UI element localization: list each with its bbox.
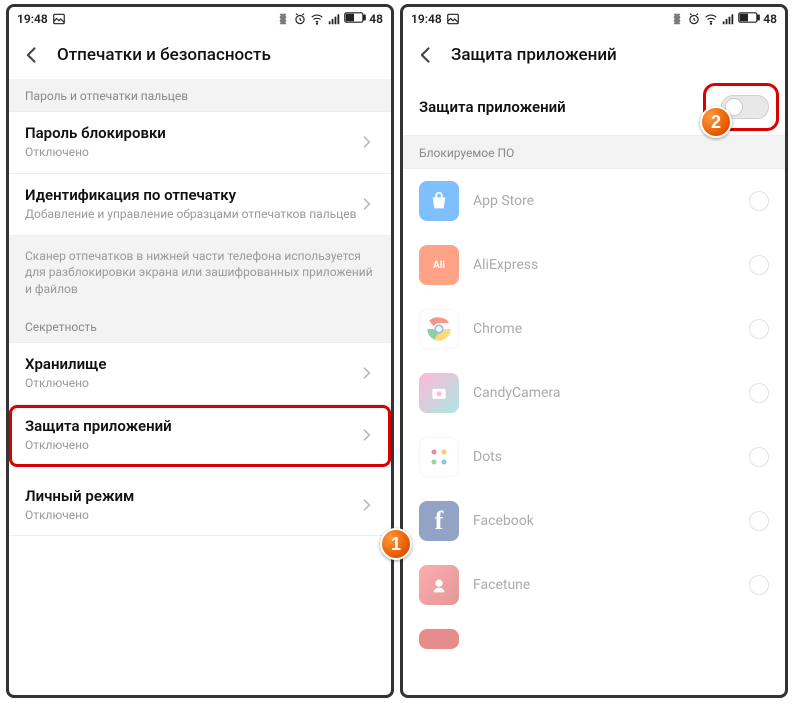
- chevron-right-icon: [357, 496, 375, 514]
- phone-frame-right: 19:48 48 Защита приложений Защита прилож…: [400, 4, 788, 698]
- row-sub: Отключено: [25, 437, 357, 454]
- app-row-facebook[interactable]: f Facebook: [403, 489, 785, 553]
- app-row-candycamera[interactable]: CandyCamera: [403, 361, 785, 425]
- app-header: Отпечатки и безопасность: [9, 31, 391, 79]
- app-row-dots[interactable]: Dots: [403, 425, 785, 489]
- page-title: Отпечатки и безопасность: [57, 45, 271, 65]
- battery-icon: [344, 12, 366, 26]
- app-header: Защита приложений: [403, 31, 785, 79]
- app-row-facetune[interactable]: Facetune: [403, 553, 785, 617]
- app-name: Chrome: [473, 321, 749, 337]
- app-name: CandyCamera: [473, 385, 749, 401]
- row-sub: Отключено: [25, 144, 357, 161]
- toggle-label: Защита приложений: [419, 98, 721, 116]
- row-lock-password[interactable]: Пароль блокировки Отключено: [9, 112, 391, 174]
- app-row-partial[interactable]: [403, 617, 785, 649]
- row-storage[interactable]: Хранилище Отключено: [9, 343, 391, 405]
- section-header-privacy: Секретность: [9, 310, 391, 343]
- signal-icon: [327, 12, 341, 26]
- app-name: Facetune: [473, 577, 749, 593]
- phone-frame-left: 19:48 48 Отпечатки и безопасность Пароль…: [6, 4, 394, 698]
- info-text: Сканер отпечатков в нижней части телефон…: [9, 236, 391, 310]
- row-sub: Добавление и управление образцами отпеча…: [25, 206, 357, 223]
- app-row-aliexpress[interactable]: Ali AliExpress: [403, 233, 785, 297]
- image-icon: [446, 12, 460, 26]
- row-title: Хранилище: [25, 355, 357, 373]
- app-name: App Store: [473, 193, 749, 209]
- row-app-protection[interactable]: Защита приложений Отключено: [9, 405, 391, 467]
- chevron-right-icon: [357, 364, 375, 382]
- app-icon: [419, 437, 459, 477]
- row-fingerprint-id[interactable]: Идентификация по отпечатку Добавление и …: [9, 174, 391, 236]
- app-checkbox[interactable]: [749, 255, 769, 275]
- status-time: 19:48: [17, 12, 48, 26]
- app-row-appstore[interactable]: App Store: [403, 169, 785, 233]
- image-icon: [52, 12, 66, 26]
- status-battery: 48: [763, 12, 777, 26]
- app-icon: f: [419, 501, 459, 541]
- section-header-blocked: Блокируемое ПО: [403, 136, 785, 169]
- chevron-right-icon: [357, 195, 375, 213]
- battery-icon: [738, 12, 760, 26]
- app-checkbox[interactable]: [749, 447, 769, 467]
- row-title: Идентификация по отпечатку: [25, 186, 357, 204]
- back-button[interactable]: [415, 44, 437, 66]
- vibrate-icon: [670, 12, 684, 26]
- signal-icon: [721, 12, 735, 26]
- row-sub: Отключено: [25, 375, 357, 392]
- app-list: App Store Ali AliExpress Chrome CandyCam…: [403, 169, 785, 649]
- app-checkbox[interactable]: [749, 511, 769, 531]
- app-name: Dots: [473, 449, 749, 465]
- row-title: Защита приложений: [25, 417, 357, 435]
- app-icon: [419, 373, 459, 413]
- app-name: AliExpress: [473, 257, 749, 273]
- step-badge-1: 1: [380, 528, 412, 560]
- alarm-icon: [687, 12, 701, 26]
- chevron-right-icon: [357, 133, 375, 151]
- app-checkbox[interactable]: [749, 383, 769, 403]
- app-checkbox[interactable]: [749, 191, 769, 211]
- vibrate-icon: [276, 12, 290, 26]
- row-title: Личный режим: [25, 487, 357, 505]
- app-row-chrome[interactable]: Chrome: [403, 297, 785, 361]
- alarm-icon: [293, 12, 307, 26]
- status-bar: 19:48 48: [403, 7, 785, 31]
- row-private-mode[interactable]: Личный режим Отключено: [9, 475, 391, 537]
- app-name: Facebook: [473, 513, 749, 529]
- app-icon: [419, 565, 459, 605]
- back-button[interactable]: [21, 44, 43, 66]
- app-checkbox[interactable]: [749, 319, 769, 339]
- step-badge-2: 2: [700, 106, 732, 138]
- wifi-icon: [704, 12, 718, 26]
- app-icon: [419, 181, 459, 221]
- row-title: Пароль блокировки: [25, 124, 357, 142]
- wifi-icon: [310, 12, 324, 26]
- app-icon: Ali: [419, 245, 459, 285]
- row-sub: Отключено: [25, 507, 357, 524]
- app-checkbox[interactable]: [749, 575, 769, 595]
- status-battery: 48: [369, 12, 383, 26]
- app-icon: [419, 309, 459, 349]
- status-time: 19:48: [411, 12, 442, 26]
- chevron-right-icon: [357, 426, 375, 444]
- app-icon: [419, 629, 459, 649]
- status-bar: 19:48 48: [9, 7, 391, 31]
- page-title: Защита приложений: [451, 45, 617, 65]
- section-header-password: Пароль и отпечатки пальцев: [9, 79, 391, 112]
